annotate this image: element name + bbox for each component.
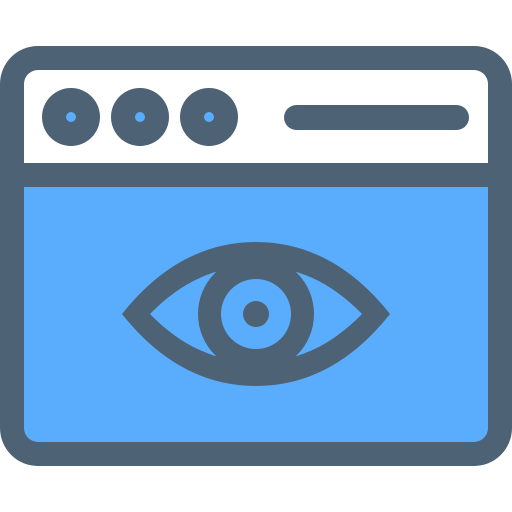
window-control-dot-icon[interactable] xyxy=(42,88,100,146)
window-controls xyxy=(42,88,238,146)
window-control-dot-icon[interactable] xyxy=(111,88,169,146)
icon-canvas xyxy=(0,0,512,512)
content-area-top-fill xyxy=(24,187,488,227)
window-control-dot-icon[interactable] xyxy=(180,88,238,146)
address-bar-icon[interactable] xyxy=(284,105,469,130)
browser-window-eye-icon xyxy=(0,46,512,466)
titlebar-divider xyxy=(24,163,488,187)
